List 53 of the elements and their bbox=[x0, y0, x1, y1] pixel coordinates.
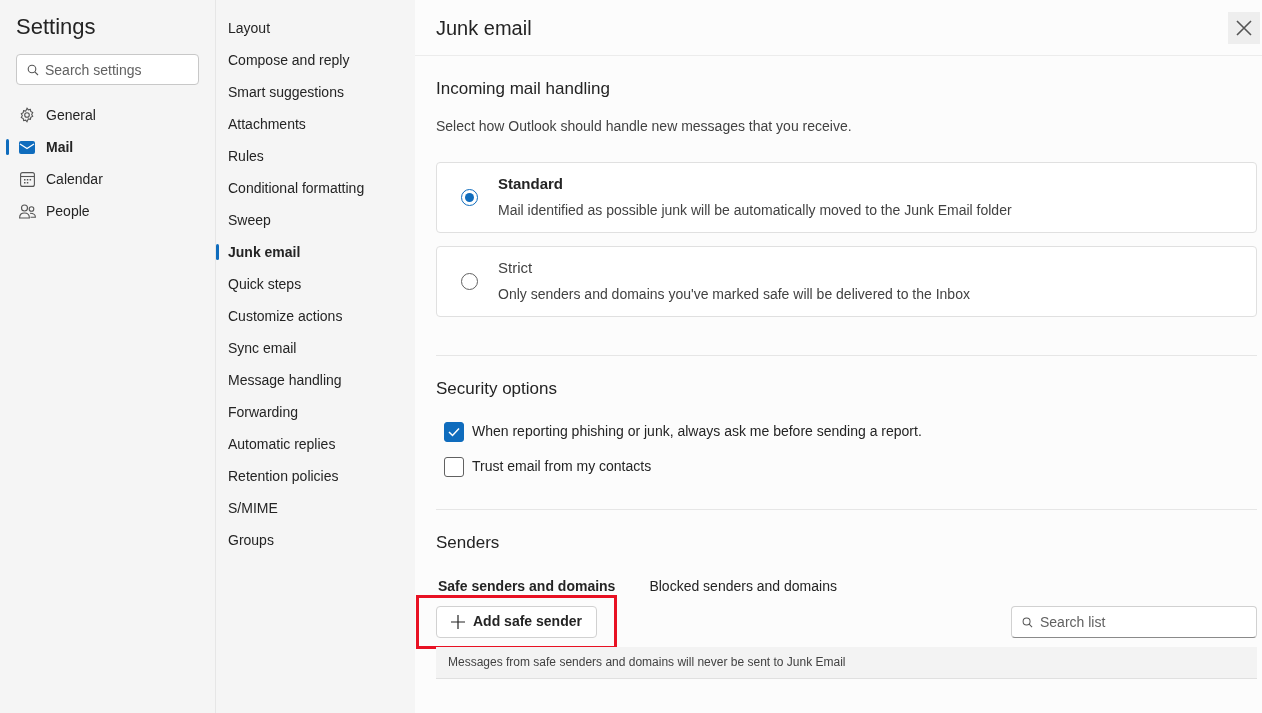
section-heading: Security options bbox=[436, 377, 558, 400]
nav-item[interactable]: Sweep bbox=[228, 209, 271, 231]
search-field[interactable]: Search settings bbox=[16, 54, 199, 85]
mail-icon bbox=[19, 140, 35, 154]
nav-item[interactable]: Forwarding bbox=[228, 401, 299, 423]
option-description: Mail identified as possible junk will be automatically moved to the Junk Email folder bbox=[498, 201, 1012, 221]
search-icon bbox=[27, 64, 39, 76]
plus-icon bbox=[451, 614, 465, 629]
radio-option-card[interactable]: Strict Only senders and domains you've marked safe will be delivered to the Inbox bbox=[436, 245, 1257, 317]
tab[interactable]: Blocked senders and domains bbox=[649, 575, 837, 598]
nav-item[interactable]: Quick steps bbox=[228, 273, 302, 295]
people-icon bbox=[18, 203, 36, 219]
section-heading: Incoming mail handling bbox=[436, 78, 611, 100]
section-heading: Senders bbox=[436, 532, 501, 554]
nav-item[interactable]: Attachments bbox=[228, 113, 306, 135]
nav-item[interactable]: Compose and reply bbox=[228, 49, 350, 71]
checkbox[interactable] bbox=[444, 421, 464, 442]
nav-item[interactable]: Groups bbox=[228, 529, 274, 551]
option-label: Strict bbox=[498, 257, 534, 278]
nav-item[interactable]: Message handling bbox=[228, 369, 342, 391]
calendar-icon bbox=[19, 171, 35, 187]
checkbox-label: When reporting phishing or junk, always ask me before sending a report. bbox=[472, 422, 922, 441]
nav-item[interactable]: Conditional formatting bbox=[228, 177, 365, 199]
settings-title: Settings bbox=[16, 13, 97, 41]
nav-item[interactable]: Layout bbox=[228, 17, 271, 39]
gear-icon bbox=[19, 107, 35, 123]
nav-item[interactable]: Retention policies bbox=[228, 465, 339, 487]
sidebar-item[interactable]: General bbox=[18, 104, 96, 126]
radio-option-card[interactable]: Standard Mail identified as possible junk will be automatically moved to the Junk Email folder bbox=[436, 161, 1257, 233]
sidebar-item[interactable]: People bbox=[18, 200, 90, 222]
sidebar-item[interactable]: Mail bbox=[18, 136, 74, 158]
search-list-field[interactable]: Search list bbox=[1011, 605, 1257, 638]
nav-item[interactable]: Sync email bbox=[228, 337, 297, 359]
search-icon bbox=[1022, 616, 1033, 628]
nav-item[interactable]: Automatic replies bbox=[228, 433, 336, 455]
option-description: Only senders and domains you've marked safe will be delivered to the Inbox bbox=[498, 285, 970, 305]
nav-item[interactable]: Junk email bbox=[228, 241, 301, 263]
checkbox-label: Trust email from my contacts bbox=[472, 457, 652, 476]
section-description: Select how Outlook should handle new messages that you receive. bbox=[436, 116, 853, 136]
check-icon bbox=[448, 426, 460, 437]
close-icon bbox=[1236, 19, 1252, 36]
nav-item[interactable]: Rules bbox=[228, 145, 264, 167]
close-button[interactable] bbox=[1228, 11, 1260, 44]
info-message: Messages from safe senders and domains will never be sent to Junk Email bbox=[436, 646, 1257, 679]
add-safe-sender-button[interactable]: Add safe sender bbox=[436, 605, 597, 638]
sidebar-item[interactable]: Calendar bbox=[18, 168, 103, 190]
nav-item[interactable]: Smart suggestions bbox=[228, 81, 344, 103]
checkbox[interactable] bbox=[444, 456, 464, 477]
option-label: Standard bbox=[498, 173, 564, 194]
tab[interactable]: Safe senders and domains bbox=[438, 575, 616, 598]
nav-item[interactable]: S/MIME bbox=[228, 497, 278, 519]
panel-title: Junk email bbox=[436, 15, 532, 41]
nav-item[interactable]: Customize actions bbox=[228, 305, 343, 327]
